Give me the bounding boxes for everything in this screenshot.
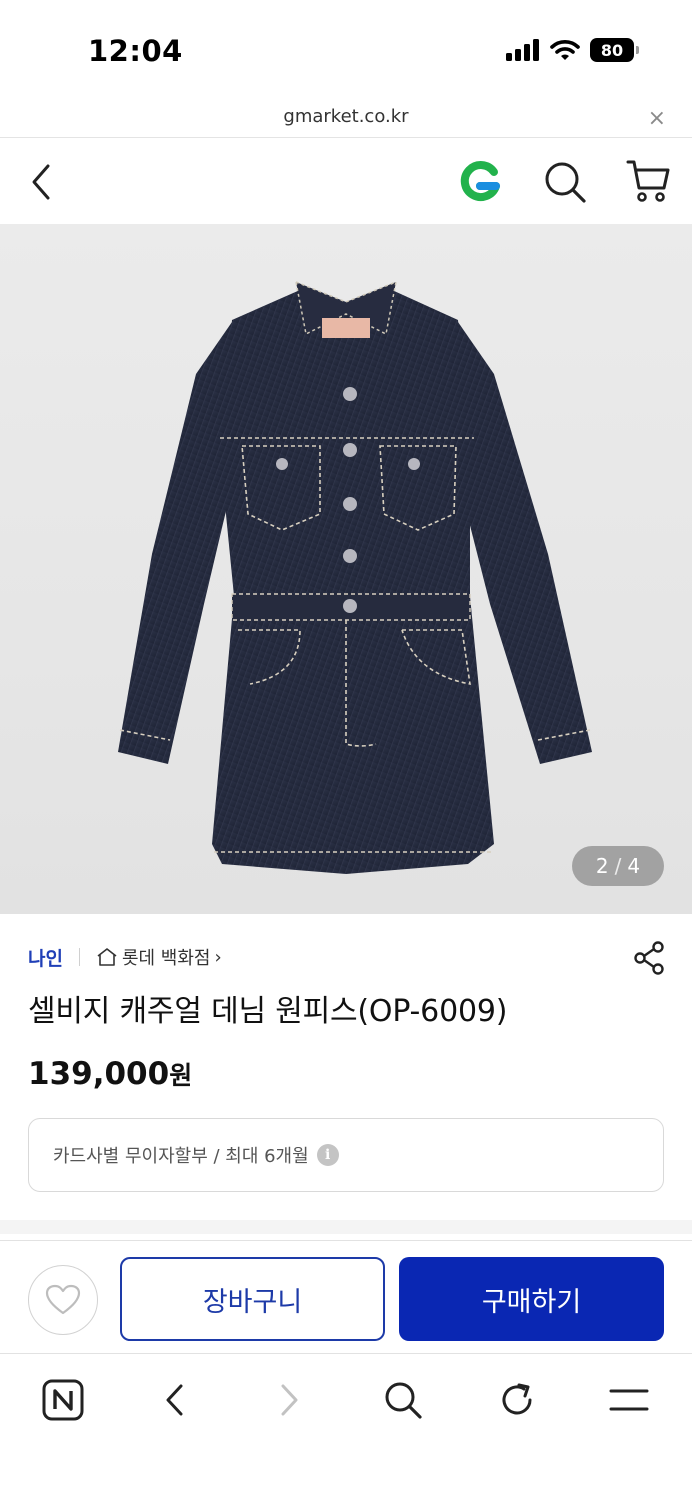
close-icon[interactable]: × <box>648 106 666 131</box>
chevron-left-icon <box>166 1384 183 1416</box>
app-header <box>0 138 692 224</box>
search-icon <box>385 1382 422 1419</box>
url-bar[interactable]: gmarket.co.kr × <box>0 100 692 138</box>
cart-icon[interactable] <box>624 158 672 204</box>
brand-name[interactable]: 나인 <box>28 944 63 971</box>
image-counter: 2 / 4 <box>572 846 664 886</box>
naver-home-button[interactable] <box>40 1377 86 1423</box>
product-image-gallery[interactable] <box>0 224 692 914</box>
status-icons: 80 <box>506 38 639 62</box>
browser-search-button[interactable] <box>380 1377 426 1423</box>
denim-dress-photo <box>118 280 592 874</box>
store-link[interactable]: 롯데 백화점 › <box>96 944 222 970</box>
share-icon[interactable] <box>632 940 666 976</box>
image-counter-total: 4 <box>627 854 641 878</box>
brand-divider <box>78 948 80 966</box>
product-title: 셀비지 캐주얼 데님 원피스(OP-6009) <box>28 994 508 1029</box>
add-to-cart-button[interactable]: 장바구니 <box>120 1257 385 1341</box>
chevron-right-icon <box>281 1384 298 1416</box>
home-icon <box>97 948 117 966</box>
search-icon[interactable] <box>542 160 588 204</box>
installment-text: 카드사별 무이자할부 / 최대 6개월 <box>53 1146 309 1167</box>
status-bar: 12:04 80 <box>0 0 692 100</box>
image-counter-separator: / <box>614 854 622 878</box>
brand-row: 나인 롯데 백화점 › <box>28 942 222 972</box>
price-amount: 139,000 <box>28 1056 170 1092</box>
section-divider <box>0 1220 692 1234</box>
refresh-icon <box>502 1383 532 1415</box>
url-domain[interactable]: gmarket.co.kr <box>0 106 692 127</box>
buy-now-button[interactable]: 구매하기 <box>399 1257 664 1341</box>
menu-icon <box>609 1389 649 1411</box>
purchase-bar: 장바구니 구매하기 <box>0 1240 692 1354</box>
battery-indicator: 80 <box>590 38 639 62</box>
price-unit: 원 <box>169 1061 193 1090</box>
status-time: 12:04 <box>88 34 183 68</box>
info-icon[interactable]: i <box>316 1144 339 1166</box>
signal-icon <box>506 39 539 61</box>
image-counter-current: 2 <box>595 854 609 878</box>
chevron-right-icon: › <box>214 946 222 968</box>
product-price: 139,000원 <box>28 1056 192 1092</box>
wishlist-button[interactable] <box>28 1265 98 1335</box>
battery-level: 80 <box>600 40 624 60</box>
naver-n-icon <box>42 1379 84 1421</box>
browser-forward-button[interactable] <box>266 1377 312 1423</box>
heart-icon <box>45 1284 81 1315</box>
wifi-icon <box>550 40 580 60</box>
store-name: 롯데 백화점 <box>121 948 211 969</box>
browser-refresh-button[interactable] <box>494 1377 540 1423</box>
gmarket-logo-icon[interactable] <box>456 160 506 204</box>
browser-menu-button[interactable] <box>606 1377 652 1423</box>
back-arrow-icon[interactable] <box>26 162 56 202</box>
browser-toolbar <box>0 1355 692 1445</box>
browser-back-button[interactable] <box>152 1377 198 1423</box>
installment-info[interactable]: 카드사별 무이자할부 / 최대 6개월 i <box>28 1118 664 1192</box>
